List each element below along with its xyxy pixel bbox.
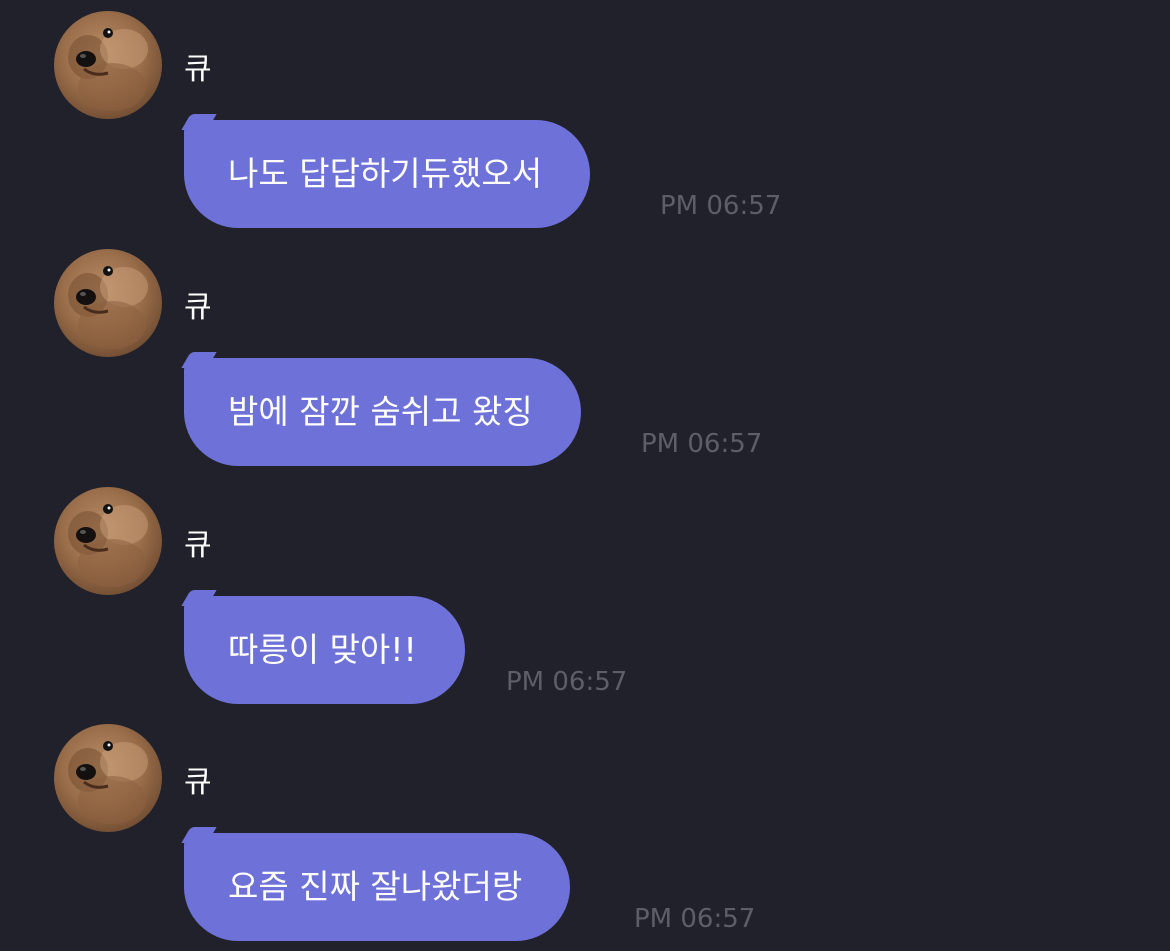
- message-bubble[interactable]: 따릉이 맞아!!: [184, 596, 465, 704]
- message-time: PM 06:57: [506, 667, 628, 697]
- chat-message: 큐 나도 답답하기듀했오서 PM 06:57: [0, 0, 1170, 230]
- message-bubble-wrap: 요즘 진짜 잘나왔더랑: [181, 827, 571, 941]
- chat-message: 큐 밤에 잠깐 숨쉬고 왔징 PM 06:57: [0, 238, 1170, 468]
- message-bubble[interactable]: 밤에 잠깐 숨쉬고 왔징: [184, 358, 581, 466]
- chat-message: 큐 따릉이 맞아!! PM 06:57: [0, 476, 1170, 706]
- dog-avatar-icon[interactable]: [54, 11, 162, 119]
- message-bubble[interactable]: 요즘 진짜 잘나왔더랑: [184, 833, 571, 941]
- message-time: PM 06:57: [660, 191, 782, 221]
- message-bubble-wrap: 나도 답답하기듀했오서: [181, 114, 591, 228]
- message-bubble[interactable]: 나도 답답하기듀했오서: [184, 120, 591, 228]
- dog-avatar-icon[interactable]: [54, 249, 162, 357]
- sender-name: 큐: [184, 765, 212, 800]
- sender-name: 큐: [184, 528, 212, 563]
- dog-avatar-icon[interactable]: [54, 487, 162, 595]
- message-bubble-wrap: 따릉이 맞아!!: [181, 590, 465, 704]
- sender-name: 큐: [184, 52, 212, 87]
- message-time: PM 06:57: [641, 429, 763, 459]
- dog-avatar-icon[interactable]: [54, 724, 162, 832]
- chat-message: 큐 요즘 진짜 잘나왔더랑 PM 06:57: [0, 713, 1170, 943]
- chat-thread: 큐 나도 답답하기듀했오서 PM 06:57 큐 밤에 잠깐 숨쉬고 왔징 PM…: [0, 0, 1170, 951]
- sender-name: 큐: [184, 290, 212, 325]
- message-time: PM 06:57: [634, 904, 756, 934]
- message-bubble-wrap: 밤에 잠깐 숨쉬고 왔징: [181, 352, 581, 466]
